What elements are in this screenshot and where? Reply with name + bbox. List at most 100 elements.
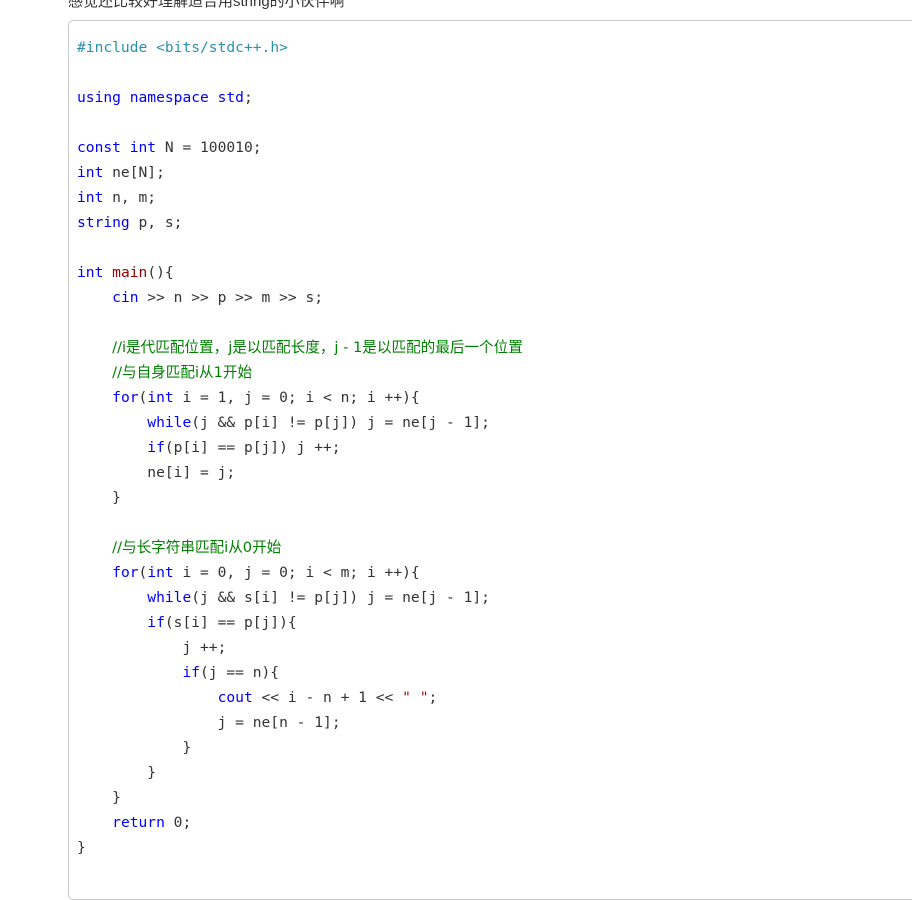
code-line: if(s[i] == p[j]){ xyxy=(77,614,297,631)
code-token-plain: } xyxy=(77,839,86,856)
code-token-kw: return xyxy=(112,814,165,831)
code-line: #include <bits/stdc++.h> xyxy=(77,39,288,56)
code-scroll-area[interactable]: #include <bits/stdc++.h> using namespace… xyxy=(69,21,912,874)
code-line: ne[i] = j; xyxy=(77,464,235,481)
code-token-plain: i = 1, j = 0; i < n; i ++){ xyxy=(173,389,420,406)
code-token-plain: >> n >> p >> m >> s; xyxy=(138,289,324,306)
code-token-str: " " xyxy=(402,689,429,706)
code-token-kw: cout xyxy=(217,689,253,706)
code-line: int n, m; xyxy=(77,189,156,206)
code-token-plain: << i - n + 1 << xyxy=(252,689,403,706)
code-token-plain: ( xyxy=(138,564,148,581)
code-line: } xyxy=(77,789,121,806)
code-token-plain: N = 100010; xyxy=(156,139,262,156)
code-token-kw: if xyxy=(147,614,165,631)
code-token-plain: } xyxy=(112,789,121,806)
code-token-plain: ne[N]; xyxy=(103,164,165,181)
code-token-plain: ; xyxy=(243,89,253,106)
code-line: //i是代匹配位置，j是以匹配长度，j - 1是以匹配的最后一个位置 xyxy=(77,339,523,356)
code-token-plain: ; xyxy=(428,689,438,706)
code-token-kw: namespace xyxy=(129,89,209,106)
code-token-plain: } xyxy=(182,739,192,756)
code-token-plain: (){ xyxy=(147,264,174,281)
code-line: //与自身匹配i从1开始 xyxy=(77,364,252,381)
code-token-cmt: //与长字符串匹配i从0开始 xyxy=(112,539,282,556)
code-token-kw: while xyxy=(147,589,192,606)
code-line: while(j && p[i] != p[j]) j = ne[j - 1]; xyxy=(77,414,490,431)
code-line: using namespace std; xyxy=(77,89,253,106)
code-token-plain: (p[i] == p[j]) j ++; xyxy=(164,439,341,456)
code-token-plain: 0; xyxy=(164,814,192,831)
code-token-kw: if xyxy=(147,439,165,456)
code-token-kw: std xyxy=(217,89,244,106)
code-token-plain: } xyxy=(112,489,121,506)
code-line: int ne[N]; xyxy=(77,164,165,181)
code-token-plain: j = ne[n - 1]; xyxy=(217,714,341,731)
code-line: int main(){ xyxy=(77,264,174,281)
code-token-kw: int xyxy=(77,264,104,281)
code-token-pre: #include xyxy=(77,39,148,56)
code-token-plain: (s[i] == p[j]){ xyxy=(164,614,297,631)
code-token-cmt: //i是代匹配位置，j是以匹配长度，j - 1是以匹配的最后一个位置 xyxy=(112,339,523,356)
code-token-plain: ( xyxy=(138,389,148,406)
code-token-kw: if xyxy=(182,664,201,681)
code-token-kw: while xyxy=(147,414,192,431)
code-token-kw: for xyxy=(112,564,139,581)
code-token-pre: <bits/stdc++.h> xyxy=(156,39,288,56)
code-line: return 0; xyxy=(77,814,191,831)
code-token-plain: p, s; xyxy=(129,214,183,231)
code-token-plain: j ++; xyxy=(182,639,227,656)
code-token-kw: int xyxy=(129,139,157,156)
code-token-plain: n, m; xyxy=(103,189,157,206)
code-line: } xyxy=(77,489,121,506)
code-token-kw: cin xyxy=(112,289,139,306)
code-line: while(j && s[i] != p[j]) j = ne[j - 1]; xyxy=(77,589,490,606)
code-token-plain: (j && s[i] != p[j]) j = ne[j - 1]; xyxy=(191,589,490,606)
code-line: } xyxy=(77,764,156,781)
code-line: //与长字符串匹配i从0开始 xyxy=(77,539,281,556)
code-token-kw: string xyxy=(77,214,130,231)
code-line: j = ne[n - 1]; xyxy=(77,714,341,731)
code-line: } xyxy=(77,739,191,756)
code-line: const int N = 100010; xyxy=(77,139,262,156)
code-token-plain: ne[i] = j; xyxy=(147,464,236,481)
code-line: } xyxy=(77,839,86,856)
code-line: for(int i = 0, j = 0; i < m; i ++){ xyxy=(77,564,420,581)
code-token-plain: (j && p[i] != p[j]) j = ne[j - 1]; xyxy=(191,414,490,431)
code-line: if(p[i] == p[j]) j ++; xyxy=(77,439,341,456)
code-token-kw: int xyxy=(77,164,104,181)
code-token-kw: for xyxy=(112,389,139,406)
code-token-kw: int xyxy=(77,189,104,206)
code-token-kw: const xyxy=(77,139,121,156)
code-token-fn: main xyxy=(112,264,148,281)
code-line: cout << i - n + 1 << " "; xyxy=(77,689,438,706)
code-token-plain: } xyxy=(147,764,157,781)
code-line: for(int i = 1, j = 0; i < n; i ++){ xyxy=(77,389,420,406)
code-line: cin >> n >> p >> m >> s; xyxy=(77,289,323,306)
code-token-cmt: //与自身匹配i从1开始 xyxy=(112,364,253,381)
code-line: string p, s; xyxy=(77,214,182,231)
code-token-kw: using xyxy=(77,89,121,106)
